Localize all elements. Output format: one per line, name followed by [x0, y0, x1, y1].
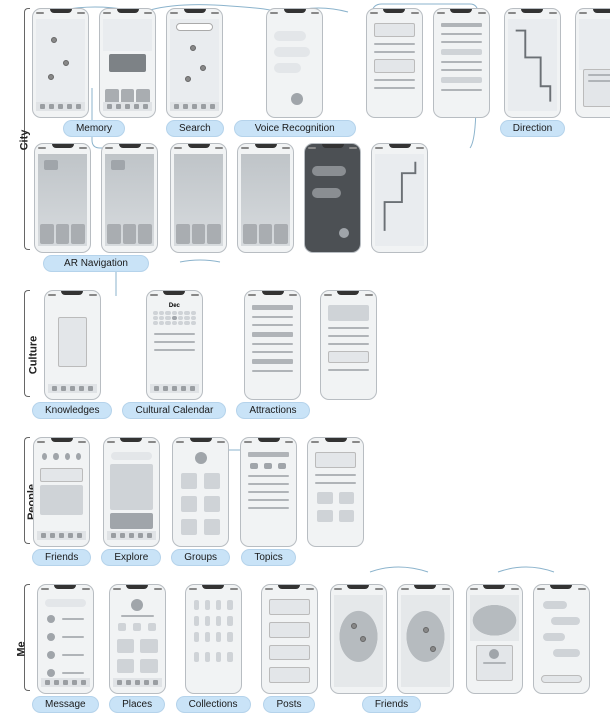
- screen-memory-detail[interactable]: [99, 8, 156, 118]
- people-row: Friends Explore Groups Topics: [32, 437, 600, 566]
- cell-explore: Explore: [101, 437, 161, 566]
- screen-list-a[interactable]: [366, 8, 423, 118]
- section-bracket: [24, 584, 30, 691]
- screen-explore[interactable]: [103, 437, 160, 547]
- section-people: People Friends Explore Groups Topics: [10, 437, 600, 566]
- screen-ar-4[interactable]: [237, 143, 294, 253]
- cell-message: Message: [32, 584, 99, 713]
- caption-places: Places: [109, 696, 165, 713]
- cell-voice: Voice Recognition: [234, 8, 356, 137]
- caption-knowledges: Knowledges: [32, 402, 112, 419]
- caption-me-friends: Friends: [362, 696, 421, 713]
- screen-attractions[interactable]: [244, 290, 301, 400]
- section-culture: Culture Knowledges Dec Cultural Calendar…: [10, 290, 600, 419]
- caption-attractions: Attractions: [236, 402, 309, 419]
- caption-direction: Direction: [500, 120, 565, 137]
- screen-direction-panel[interactable]: [575, 8, 610, 118]
- screen-chat[interactable]: [533, 584, 590, 694]
- screen-ar-overlay[interactable]: [304, 143, 361, 253]
- caption-friends: Friends: [32, 549, 91, 566]
- section-label-me: Me: [16, 641, 28, 656]
- screen-attraction-detail[interactable]: [320, 290, 377, 400]
- screen-direction-route[interactable]: [504, 8, 561, 118]
- culture-row: Knowledges Dec Cultural Calendar Attract…: [32, 290, 600, 419]
- cell-posts: Posts: [261, 584, 318, 713]
- cell-topics: Topics: [240, 437, 297, 566]
- cell-knowledges: Knowledges: [32, 290, 112, 419]
- screen-topic-detail[interactable]: [307, 437, 364, 547]
- screen-globe-profile[interactable]: [466, 584, 523, 694]
- section-city: City Memory Search: [10, 8, 600, 272]
- screen-ar-3[interactable]: [170, 143, 227, 253]
- caption-groups: Groups: [171, 549, 230, 566]
- cell-ar-nav: AR Navigation: [32, 143, 160, 272]
- screen-ar-route[interactable]: [371, 143, 428, 253]
- screen-collections[interactable]: [185, 584, 242, 694]
- screen-message[interactable]: [37, 584, 94, 694]
- caption-ar-nav: AR Navigation: [43, 255, 149, 272]
- screen-calendar[interactable]: Dec: [146, 290, 203, 400]
- screen-globe-b[interactable]: [397, 584, 454, 694]
- city-row-1: Memory Search Voice Recognition: [32, 8, 600, 137]
- screen-ar-1[interactable]: [34, 143, 91, 253]
- screen-globe-a[interactable]: [330, 584, 387, 694]
- screen-topics[interactable]: [240, 437, 297, 547]
- cell-groups: Groups: [171, 437, 230, 566]
- cell-me-friends: Friends: [328, 584, 456, 713]
- caption-topics: Topics: [241, 549, 295, 566]
- cell-direction: Direction: [500, 8, 565, 137]
- city-row-2: AR Navigation: [32, 143, 600, 272]
- screen-memory-map[interactable]: [32, 8, 89, 118]
- cell-collections: Collections: [176, 584, 251, 713]
- cell-friends: Friends: [32, 437, 91, 566]
- caption-voice: Voice Recognition: [234, 120, 356, 137]
- screen-list-b[interactable]: [433, 8, 490, 118]
- section-label-culture: Culture: [27, 335, 39, 374]
- cell-attractions: Attractions: [236, 290, 309, 419]
- caption-posts: Posts: [263, 696, 314, 713]
- screen-search[interactable]: [166, 8, 223, 118]
- cell-calendar: Dec Cultural Calendar: [122, 290, 226, 419]
- screen-voice[interactable]: [266, 8, 323, 118]
- screen-ar-2[interactable]: [101, 143, 158, 253]
- cell-places: Places: [109, 584, 166, 713]
- section-me: Me Message Places Collections Posts Frie…: [10, 584, 600, 713]
- cell-search: Search: [166, 8, 224, 137]
- caption-explore: Explore: [101, 549, 161, 566]
- me-row: Message Places Collections Posts Friends: [32, 584, 600, 713]
- caption-calendar: Cultural Calendar: [122, 402, 226, 419]
- screen-places[interactable]: [109, 584, 166, 694]
- screen-friends[interactable]: [33, 437, 90, 547]
- section-label-city: City: [18, 130, 30, 151]
- screen-knowledges[interactable]: [44, 290, 101, 400]
- caption-message: Message: [32, 696, 99, 713]
- screen-posts[interactable]: [261, 584, 318, 694]
- caption-memory: Memory: [63, 120, 125, 137]
- cell-memory: Memory: [32, 8, 156, 137]
- caption-collections: Collections: [176, 696, 251, 713]
- caption-search: Search: [166, 120, 224, 137]
- screen-groups[interactable]: [172, 437, 229, 547]
- calendar-month: Dec: [150, 301, 199, 311]
